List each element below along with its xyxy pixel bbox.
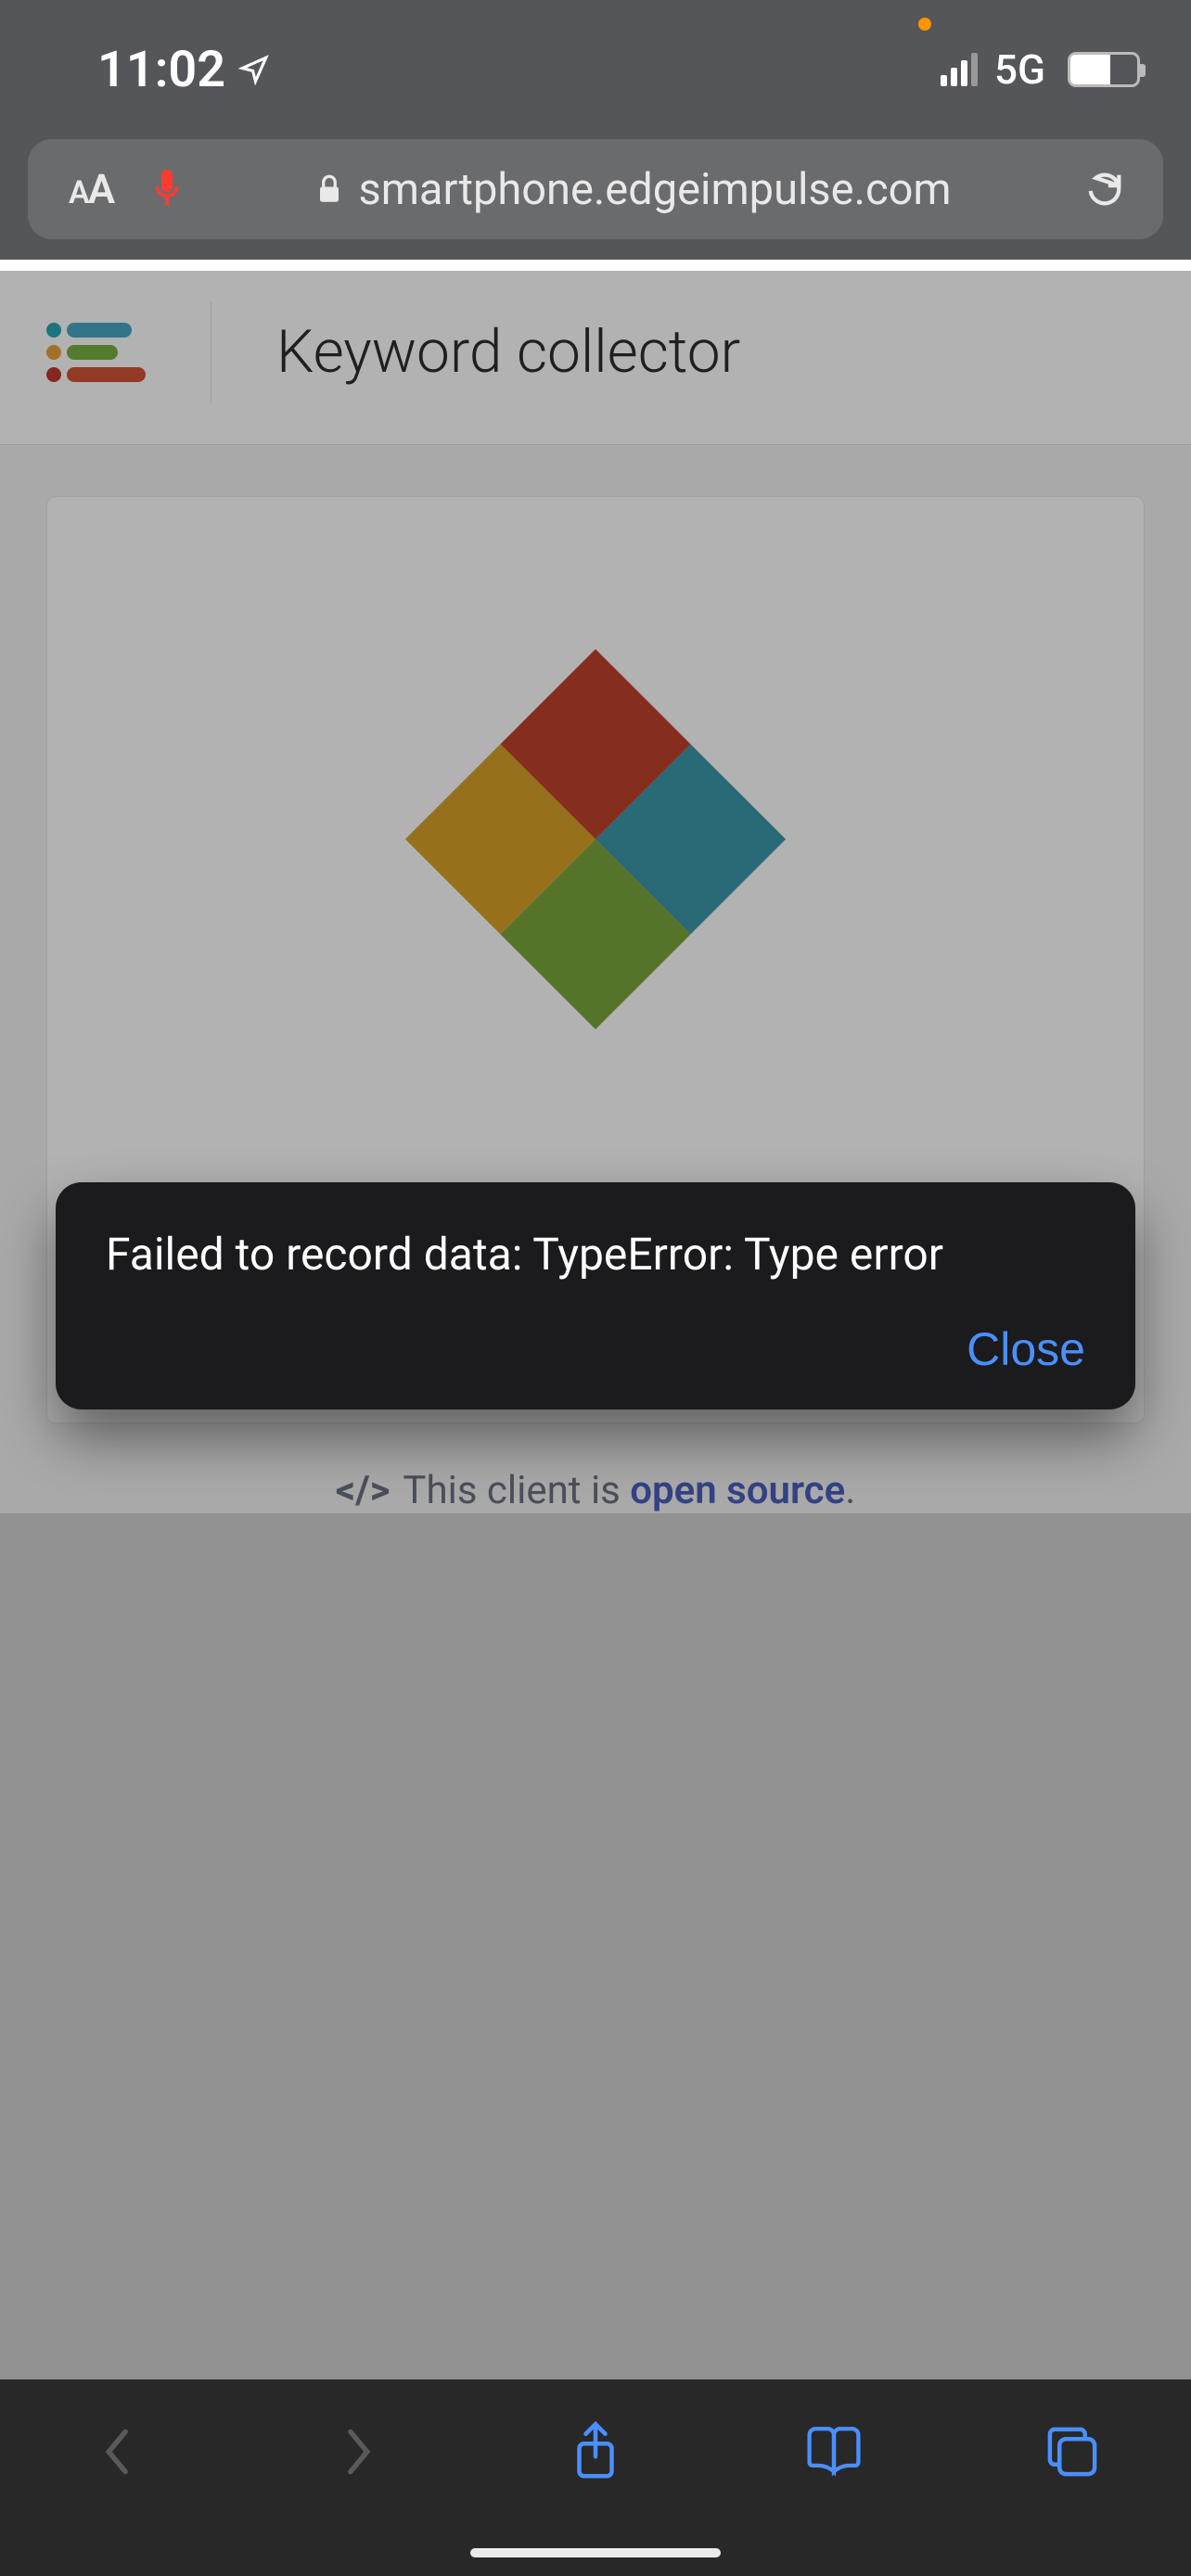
bookmarks-button[interactable] (788, 2415, 880, 2489)
alert-message: Failed to record data: TypeError: Type e… (106, 1225, 1085, 1285)
forward-button[interactable] (311, 2415, 403, 2489)
footer-suffix: . (845, 1468, 855, 1513)
safari-toolbar (0, 2379, 1191, 2576)
url-bar[interactable]: AA smartphone.edgeimpulse.com (28, 139, 1163, 239)
microphone-icon[interactable] (150, 167, 184, 211)
code-icon: </> (336, 1468, 391, 1513)
tabs-button[interactable] (1026, 2415, 1119, 2489)
edge-impulse-logo-icon (46, 323, 146, 382)
url-text: smartphone.edgeimpulse.com (358, 164, 951, 215)
text-size-button[interactable]: AA (69, 165, 113, 213)
battery-icon (1068, 52, 1140, 87)
footer-prefix: This client is (403, 1468, 630, 1513)
app-header: Keyword collector (0, 260, 1191, 445)
mic-active-indicator-icon (918, 18, 931, 31)
back-button[interactable] (72, 2415, 165, 2489)
location-arrow-icon (238, 54, 270, 85)
close-button[interactable]: Close (967, 1322, 1085, 1376)
share-button[interactable] (549, 2415, 642, 2489)
diamond-tiles-icon (405, 649, 786, 1029)
browser-chrome: AA smartphone.edgeimpulse.com (0, 139, 1191, 260)
error-alert: Failed to record data: TypeError: Type e… (56, 1182, 1135, 1409)
footer-text: </> This client is open source. (46, 1468, 1145, 1513)
home-indicator[interactable] (470, 2548, 721, 2557)
network-type: 5G (994, 45, 1045, 94)
cellular-signal-icon (941, 53, 978, 86)
page-title: Keyword collector (276, 317, 740, 387)
status-time: 11:02 (97, 41, 225, 99)
address-display[interactable]: smartphone.edgeimpulse.com (221, 164, 1046, 215)
open-source-link[interactable]: open source (630, 1468, 845, 1513)
ios-status-bar: 11:02 5G (0, 0, 1191, 139)
lock-icon (315, 172, 343, 206)
reload-icon[interactable] (1083, 168, 1126, 210)
